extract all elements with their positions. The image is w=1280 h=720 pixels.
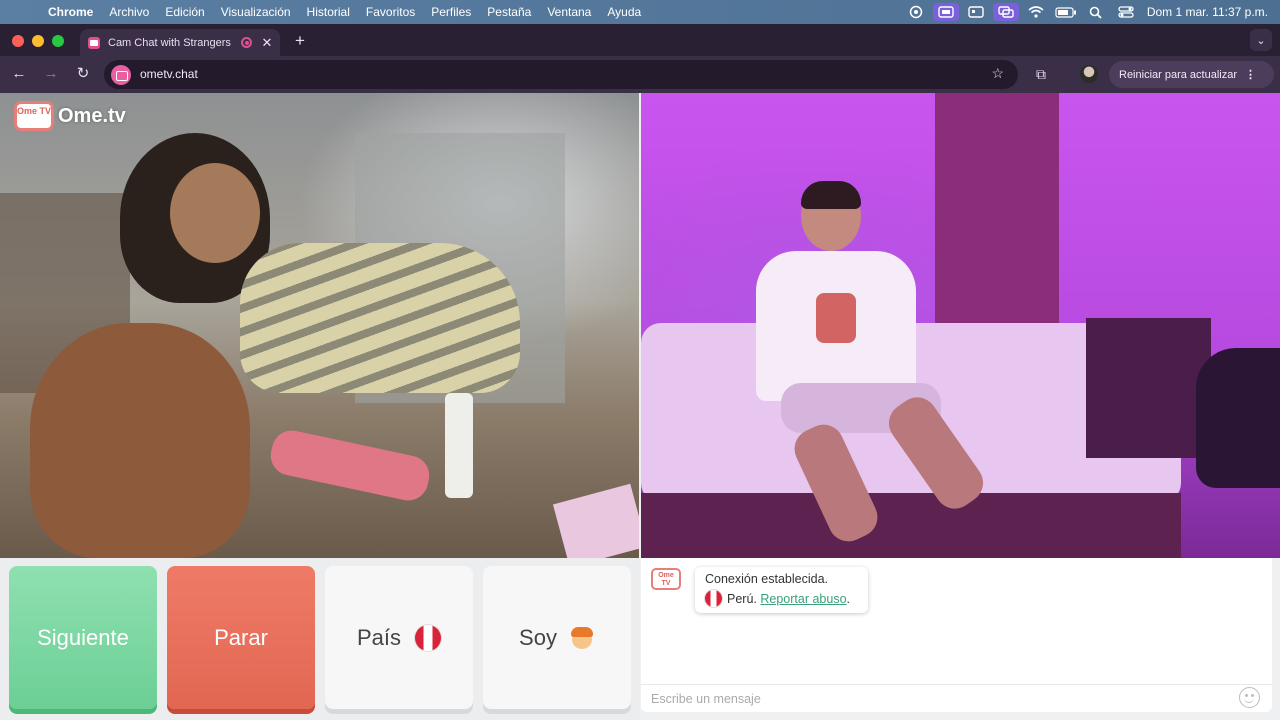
chat-ometv-logo: Ome TV xyxy=(651,568,681,590)
peru-flag-icon xyxy=(705,590,722,607)
stranger-country-line: Perú. Reportar abuso. xyxy=(705,590,858,607)
tab-close-button[interactable]: ✕ xyxy=(260,35,274,51)
local-video: Ome TV Ome.tv xyxy=(0,93,639,558)
menu-favoritos[interactable]: Favoritos xyxy=(358,5,423,19)
menu-edicion[interactable]: Edición xyxy=(157,5,212,19)
chat-panel: Ome TV Conexión establecida. Perú. Repor… xyxy=(641,558,1272,712)
peru-flag-icon xyxy=(415,624,442,651)
remote-video xyxy=(641,93,1280,558)
creative-cloud-icon[interactable] xyxy=(903,3,929,21)
menu-visualizacion[interactable]: Visualización xyxy=(213,5,299,19)
restart-label: Reiniciar para actualizar xyxy=(1119,68,1237,81)
boy-emoji-icon xyxy=(569,625,595,651)
control-center-icon[interactable] xyxy=(1113,3,1139,21)
new-tab-button[interactable]: + xyxy=(290,31,310,51)
menu-historial[interactable]: Historial xyxy=(299,5,358,19)
background-door xyxy=(935,93,1059,343)
display-icon[interactable] xyxy=(963,3,989,21)
menu-ayuda[interactable]: Ayuda xyxy=(599,5,649,19)
restart-to-update-button[interactable]: Reiniciar para actualizar ⋮ xyxy=(1109,61,1274,88)
browser-toolbar: ← → ↻ ometv.chat ☆ ⧉ Reiniciar para actu… xyxy=(0,56,1280,93)
tab-strip: Cam Chat with Strangers ✕ + ⌄ xyxy=(0,24,1280,56)
message-input[interactable] xyxy=(641,684,1272,712)
shirt-logo xyxy=(816,293,856,343)
menu-bar: Chrome Archivo Edición Visualización His… xyxy=(0,0,1280,24)
person-hair xyxy=(801,181,861,209)
stranger-country: Perú. xyxy=(727,591,757,606)
next-label: Siguiente xyxy=(37,624,129,650)
menu-ventana[interactable]: Ventana xyxy=(539,5,599,19)
country-filter-button[interactable]: País xyxy=(325,566,473,709)
paper-sheet xyxy=(552,483,639,558)
browser-tab[interactable]: Cam Chat with Strangers ✕ xyxy=(80,29,280,56)
wifi-icon[interactable] xyxy=(1023,3,1049,21)
person-face xyxy=(170,163,260,263)
chrome-menu-icon[interactable]: ⋮ xyxy=(1245,68,1256,81)
next-button[interactable]: Siguiente xyxy=(9,566,157,709)
bed-frame xyxy=(641,493,1181,558)
battery-icon[interactable] xyxy=(1053,3,1079,21)
country-label: País xyxy=(356,624,402,650)
reload-button[interactable]: ↻ xyxy=(73,64,93,84)
report-abuse-link[interactable]: Reportar abuso xyxy=(760,592,846,606)
url-text[interactable]: ometv.chat xyxy=(140,67,198,81)
system-message: Conexión establecida. Perú. Reportar abu… xyxy=(695,567,868,613)
minimize-window-button[interactable] xyxy=(32,35,44,47)
stop-button[interactable]: Parar xyxy=(167,566,315,709)
pink-tool xyxy=(267,426,433,505)
menu-clock[interactable]: Dom 1 mar. 11:37 p.m. xyxy=(1141,5,1280,19)
zoom-window-button[interactable] xyxy=(52,35,64,47)
bookmark-star-icon[interactable]: ☆ xyxy=(991,65,1004,82)
bottle xyxy=(445,393,473,498)
menu-chrome[interactable]: Chrome xyxy=(40,5,101,19)
gender-label: Soy xyxy=(519,624,557,650)
forward-button[interactable]: → xyxy=(41,64,61,84)
window-mirror-icon[interactable] xyxy=(992,3,1019,21)
screen-share-icon[interactable] xyxy=(932,3,959,21)
tab-favicon-icon xyxy=(88,36,100,49)
gender-button[interactable]: Soy xyxy=(483,566,631,709)
report-period: . xyxy=(846,591,851,606)
stop-label: Parar xyxy=(214,624,268,650)
site-info-icon[interactable] xyxy=(111,65,131,85)
emoji-picker-icon[interactable] xyxy=(1239,687,1260,708)
recording-indicator-icon xyxy=(241,37,252,48)
back-button[interactable]: ← xyxy=(9,64,29,84)
ometv-logo: Ome TV Ome.tv xyxy=(14,101,126,131)
spotlight-search-icon[interactable] xyxy=(1083,3,1109,21)
tab-title: Cam Chat with Strangers xyxy=(108,36,231,49)
extensions-icon[interactable]: ⧉ xyxy=(1031,64,1051,84)
menu-archivo[interactable]: Archivo xyxy=(101,5,157,19)
menu-pestana[interactable]: Pestaña xyxy=(479,5,539,19)
menu-perfiles[interactable]: Perfiles xyxy=(423,5,479,19)
profile-avatar[interactable] xyxy=(1080,65,1098,83)
control-panel: Siguiente Parar País Soy xyxy=(0,558,640,720)
ometv-logo-tv: Ome TV xyxy=(14,101,54,131)
close-window-button[interactable] xyxy=(12,35,24,47)
ometv-logo-word: Ome.tv xyxy=(58,104,126,127)
connection-status: Conexión establecida. xyxy=(705,572,828,586)
person-sweater xyxy=(240,243,520,393)
backpack xyxy=(1196,348,1280,488)
address-bar[interactable]: ometv.chat ☆ xyxy=(104,60,1018,89)
nightstand xyxy=(1086,318,1211,458)
person-hand xyxy=(30,323,250,558)
tab-search-button[interactable]: ⌄ xyxy=(1250,29,1272,51)
